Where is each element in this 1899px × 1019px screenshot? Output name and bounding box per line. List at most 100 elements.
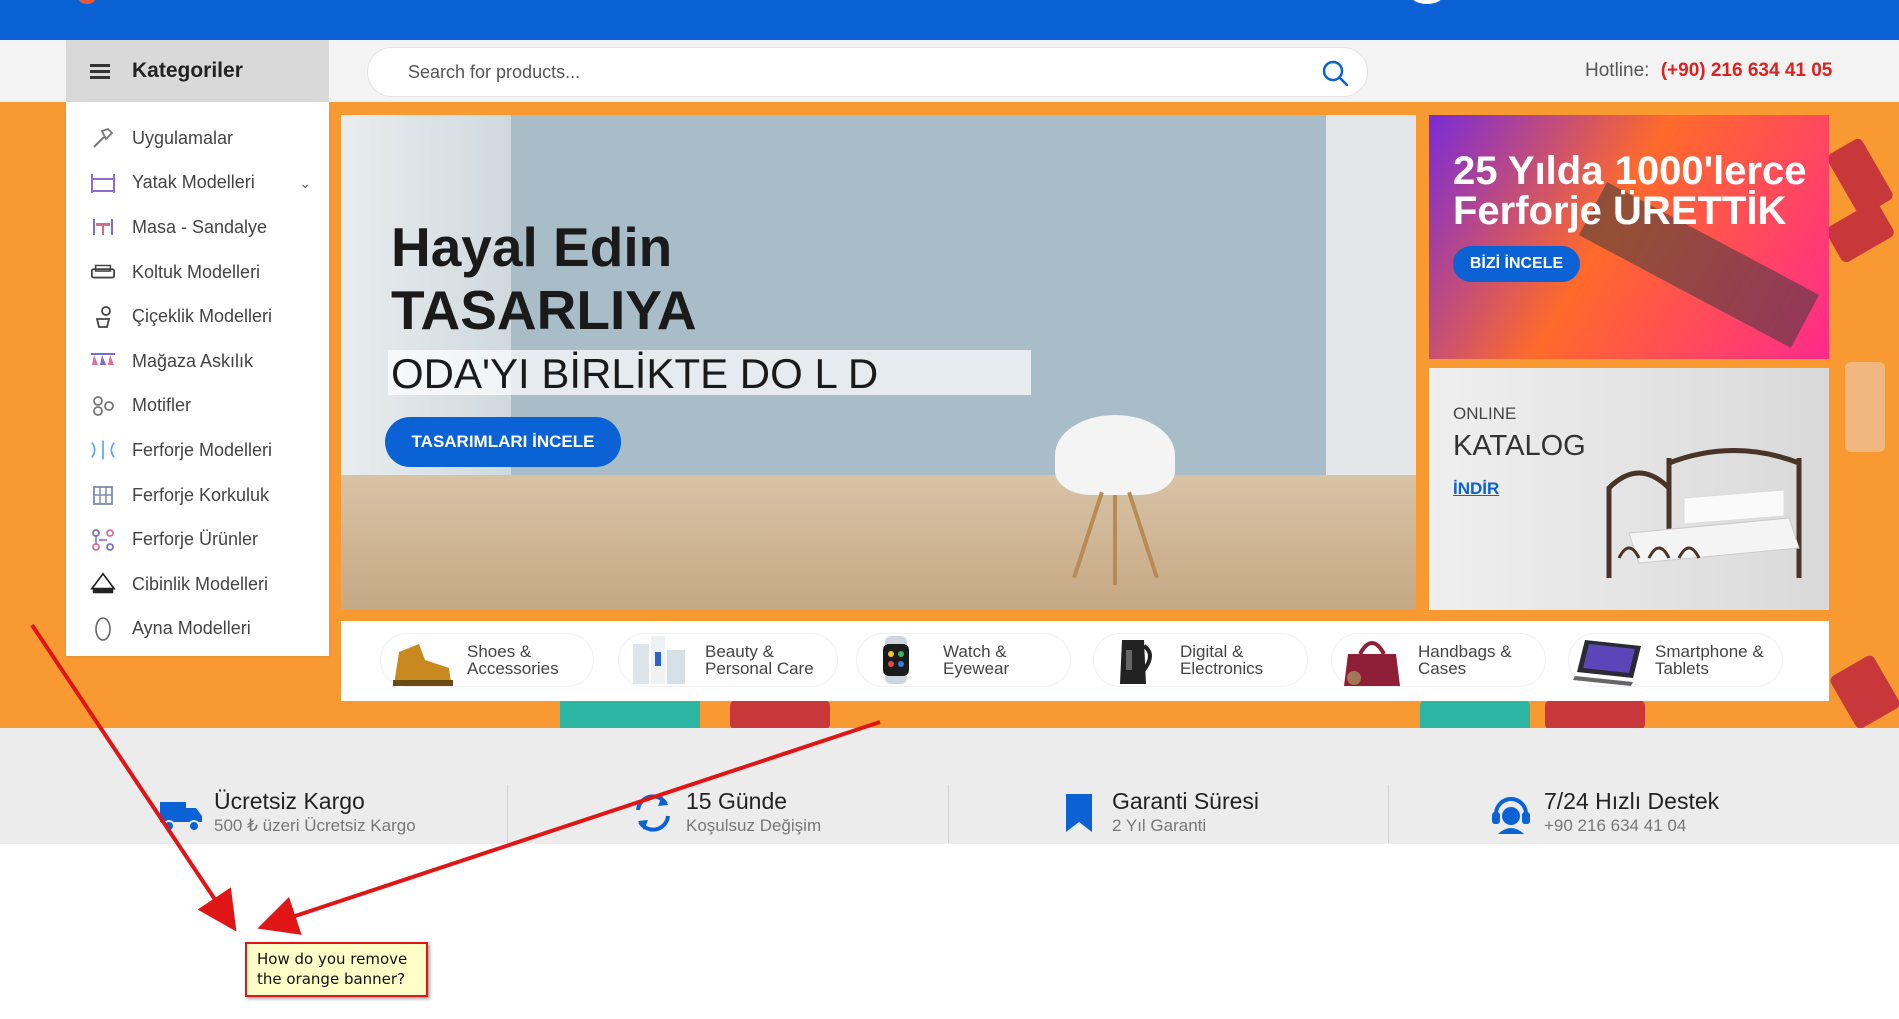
- feature-title: 7/24 Hızlı Destek: [1544, 788, 1720, 814]
- category-handbags-cases[interactable]: Handbags & Cases: [1332, 634, 1545, 686]
- sidebar-item-ayna-modelleri[interactable]: Ayna Modelleri: [66, 607, 329, 652]
- watch-icon: [857, 628, 937, 692]
- feature-subtitle: 500 ₺ üzeri Ücretsiz Kargo: [214, 816, 416, 835]
- promo-banner-catalog[interactable]: ONLINE KATALOG İNDİR: [1429, 368, 1829, 610]
- category-smartphone-tablets[interactable]: Smartphone & Tablets: [1569, 634, 1782, 686]
- decor-shape: [1828, 653, 1899, 728]
- flower-pot-icon: [90, 304, 116, 330]
- categories-button[interactable]: Kategoriler: [66, 40, 329, 102]
- hotline: Hotline: (+90) 216 634 41 05: [1585, 60, 1832, 82]
- hammer-icon: [90, 125, 116, 151]
- hero-background-side-wall: [1326, 115, 1416, 495]
- sofa-icon: [90, 259, 116, 285]
- feature-warranty: Garanti Süresi 2 Yıl Garanti: [1056, 790, 1259, 836]
- decor-shape: [1420, 700, 1530, 728]
- view-designs-button[interactable]: TASARIMLARI İNCELE: [385, 417, 621, 467]
- promo-title: 25 Yılda 1000'lerce Ferforje ÜRETTİK: [1453, 151, 1807, 231]
- sidebar-item-label: Ferforje Modelleri: [132, 439, 273, 460]
- chair-image: [1055, 415, 1175, 495]
- catalog-kicker: ONLINE: [1453, 404, 1517, 423]
- category-label-line-2: Personal Care: [705, 659, 814, 678]
- tablet-icon: [1569, 628, 1649, 692]
- menu-icon: [90, 64, 110, 79]
- refresh-icon: [636, 794, 670, 832]
- category-watch-eyewear[interactable]: Watch & Eyewear: [857, 634, 1070, 686]
- decor-shape: [730, 700, 830, 728]
- feature-support: 7/24 Hızlı Destek +90 216 634 41 04: [1488, 790, 1719, 836]
- kettle-icon: [1094, 628, 1174, 692]
- sidebar-item-motifler[interactable]: Motifler: [66, 384, 329, 429]
- logo-icon[interactable]: [78, 0, 96, 4]
- decor-shape: [1545, 700, 1645, 728]
- sidebar-item-label: Koltuk Modelleri: [132, 261, 261, 282]
- feature-subtitle: +90 216 634 41 04: [1544, 816, 1687, 835]
- catalog-title: KATALOG: [1453, 430, 1586, 462]
- about-us-button[interactable]: BİZİ İNCELE: [1453, 246, 1580, 282]
- sidebar-item-masa-sandalye[interactable]: Masa - Sandalye: [66, 205, 329, 250]
- cosmetics-icon: [619, 628, 699, 692]
- sidebar-item-ciceklik-modelleri[interactable]: Çiçeklik Modelleri: [66, 294, 329, 339]
- feature-free-shipping: Ücretsiz Kargo 500 ₺ üzeri Ücretsiz Karg…: [158, 790, 416, 836]
- category-shoes-accessories[interactable]: Shoes & Accessories: [381, 634, 593, 686]
- category-label-line-2: Accessories: [467, 659, 559, 678]
- chevron-down-icon[interactable]: ⌄: [299, 175, 311, 192]
- sidebar-item-ferforje-korkuluk[interactable]: Ferforje Korkuluk: [66, 473, 329, 518]
- clothes-rack-icon: [90, 348, 116, 374]
- sidebar-item-label: Motifler: [132, 395, 192, 416]
- wrought-iron-icon: [90, 437, 116, 463]
- category-beauty-personal-care[interactable]: Beauty & Personal Care: [619, 634, 837, 686]
- annotation-callout: How do you remove the orange banner?: [245, 942, 428, 997]
- promo-title-line-1: 25 Yılda 1000'lerce: [1453, 149, 1807, 193]
- sidebar-item-ferforje-modelleri[interactable]: Ferforje Modelleri: [66, 428, 329, 473]
- feature-title: Garanti Süresi: [1112, 788, 1260, 814]
- feature-subtitle: 2 Yıl Garanti: [1112, 816, 1207, 835]
- sidebar-item-uygulamalar[interactable]: Uygulamalar: [66, 116, 329, 161]
- category-label-line-1: Shoes &: [467, 642, 532, 661]
- sidebar-item-yatak-modelleri[interactable]: Yatak Modelleri ⌄: [66, 161, 329, 206]
- download-catalog-link[interactable]: İNDİR: [1453, 479, 1499, 499]
- sidebar-item-label: Ferforje Korkuluk: [132, 484, 270, 505]
- truck-icon: [160, 802, 202, 832]
- promo-banner-production[interactable]: 25 Yılda 1000'lerce Ferforje ÜRETTİK BİZ…: [1429, 115, 1829, 359]
- sidebar-item-koltuk-modelleri[interactable]: Koltuk Modelleri: [66, 250, 329, 295]
- sidebar-item-label: Cibinlik Modelleri: [132, 573, 269, 594]
- category-label-line-1: Handbags &: [1418, 642, 1512, 661]
- hero-subtitle: ODA'YI BİRLİKTE DO L D: [391, 350, 879, 397]
- category-strip: Shoes & Accessories Beauty & Personal Ca…: [341, 621, 1829, 701]
- hotline-number[interactable]: (+90) 216 634 41 05: [1661, 60, 1833, 81]
- decor-shape: [560, 697, 700, 728]
- support-icon: [1492, 797, 1530, 834]
- hotline-label: Hotline:: [1585, 60, 1650, 81]
- sidebar-item-magaza-askilik[interactable]: Mağaza Askılık: [66, 339, 329, 384]
- canopy-icon: [90, 571, 116, 597]
- sidebar-item-label: Çiçeklik Modelleri: [132, 306, 273, 327]
- category-sidebar: Uygulamalar Yatak Modelleri ⌄ Masa - San…: [66, 102, 329, 656]
- feature-title: Ücretsiz Kargo: [214, 788, 365, 814]
- feature-divider: [507, 785, 508, 843]
- category-label-line-1: Watch &: [943, 642, 1007, 661]
- category-label-line-2: Cases: [1418, 659, 1467, 678]
- table-chairs-icon: [90, 214, 116, 240]
- category-label-line-1: Smartphone &: [1655, 642, 1764, 661]
- category-label-line-1: Digital &: [1180, 642, 1244, 661]
- feature-divider: [948, 785, 949, 843]
- search-bar[interactable]: [367, 47, 1368, 97]
- category-label-line-1: Beauty &: [705, 642, 774, 661]
- categories-label: Kategoriler: [132, 59, 243, 82]
- mirror-icon: [90, 616, 116, 642]
- sidebar-item-cibinlik-modelleri[interactable]: Cibinlik Modelleri: [66, 562, 329, 607]
- search-input[interactable]: [408, 61, 1288, 83]
- sidebar-item-ferforje-urunler[interactable]: Ferforje Ürünler: [66, 517, 329, 562]
- user-icon[interactable]: [1410, 0, 1444, 4]
- annotation-line-2: the orange banner?: [257, 969, 406, 988]
- sidebar-item-label: Ferforje Ürünler: [132, 529, 259, 550]
- category-digital-electronics[interactable]: Digital & Electronics: [1094, 634, 1307, 686]
- chair-leg: [1113, 495, 1117, 585]
- feature-title: 15 Günde: [686, 788, 788, 814]
- sidebar-item-label: Mağaza Askılık: [132, 350, 254, 371]
- hero-headline-2: TASARLIYA: [391, 279, 697, 341]
- category-label-line-2: Electronics: [1180, 659, 1264, 678]
- search-icon[interactable]: [1321, 59, 1349, 87]
- sidebar-item-label: Ayna Modelleri: [132, 618, 251, 639]
- hero-slider[interactable]: Hayal Edin TASARLIYA ODA'YI BİRLİKTE DO …: [341, 115, 1416, 610]
